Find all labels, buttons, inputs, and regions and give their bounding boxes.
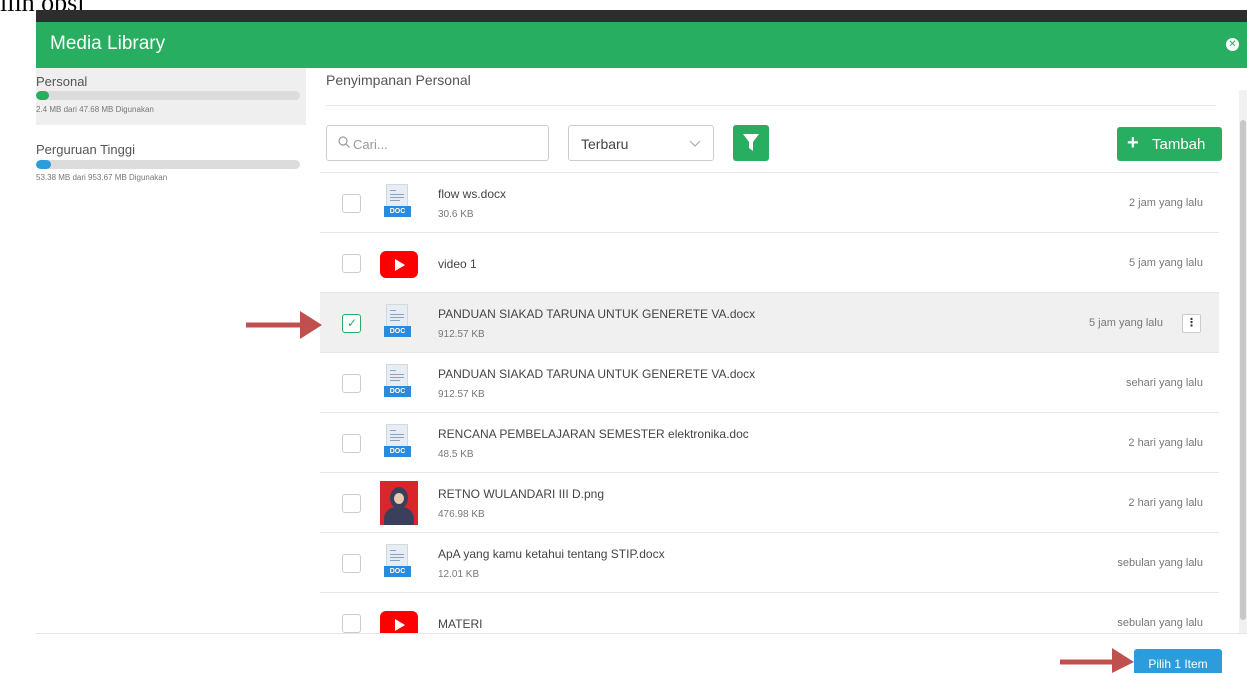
file-checkbox[interactable] [342,494,361,513]
storage-usage-fill [36,160,51,169]
file-time: 5 jam yang lalu [1129,257,1203,269]
storage-usage-text: 53.38 MB dari 953.67 MB Digunakan [36,173,168,182]
file-row[interactable]: DOC flow ws.docx 30.6 KB 2 jam yang lalu [320,173,1219,233]
annotation-arrow-icon [1060,648,1134,673]
file-checkbox[interactable] [342,614,361,633]
doc-file-icon: DOC [380,423,416,463]
file-checkbox[interactable]: ✓ [342,314,361,333]
filter-button[interactable] [733,125,769,161]
youtube-icon [380,251,418,278]
file-time: 2 jam yang lalu [1129,197,1203,209]
storage-usage-text: 2.4 MB dari 47.68 MB Digunakan [36,105,154,114]
file-name: flow ws.docx [438,187,507,201]
file-size: 48.5 KB [438,449,474,460]
section-title: Penyimpanan Personal [326,72,471,88]
doc-badge: DOC [384,326,411,337]
doc-file-icon: DOC [380,183,416,223]
file-size: 912.57 KB [438,389,485,400]
plus-icon: + [1127,132,1139,154]
doc-badge: DOC [384,206,411,217]
storage-usage-fill [36,91,50,100]
file-row[interactable]: DOC PANDUAN SIAKAD TARUNA UNTUK GENERETE … [320,353,1219,413]
file-list: DOC flow ws.docx 30.6 KB 2 jam yang lalu vid… [320,172,1219,633]
main-panel: Penyimpanan Personal Terbaru + Tambah DO… [320,68,1247,633]
doc-file-icon: DOC [380,543,416,583]
check-icon: ✓ [347,316,358,330]
file-row[interactable]: RETNO WULANDARI III D.png 476.98 KB 2 hari… [320,473,1219,533]
file-checkbox[interactable] [342,194,361,213]
doc-file-icon: DOC [380,363,416,403]
file-checkbox[interactable] [342,434,361,453]
media-library-modal: Media Library ✕ Personal 2.4 MB dari 47.… [36,22,1247,673]
file-row[interactable]: DOC RENCANA PEMBELAJARAN SEMESTER elektro… [320,413,1219,473]
file-checkbox[interactable] [342,554,361,573]
search-icon [338,136,350,148]
filter-icon [743,134,759,151]
search-box [326,125,549,161]
doc-file-icon: DOC [380,303,416,343]
storage-name: Perguruan Tinggi [36,142,136,157]
modal-title: Media Library [50,33,166,54]
overlay-bar [36,10,1247,22]
file-size: 12.01 KB [438,569,480,580]
file-name: video 1 [438,257,477,271]
close-icon[interactable]: ✕ [1226,38,1239,51]
doc-badge: DOC [384,566,411,577]
annotation-arrow-icon [246,311,322,339]
file-row[interactable]: MATERI sebulan yang lalu [320,593,1219,633]
storage-usage-bar [36,160,300,169]
file-name: PANDUAN SIAKAD TARUNA UNTUK GENERETE VA.… [438,367,756,381]
search-input[interactable] [353,134,543,154]
more-vertical-icon[interactable]: ⋮ [1182,314,1201,333]
storage-sidebar: Personal 2.4 MB dari 47.68 MB Digunakan … [36,68,314,633]
file-size: 476.98 KB [438,509,485,520]
file-checkbox[interactable] [342,254,361,273]
chevron-down-icon [689,140,701,147]
file-name: RENCANA PEMBELAJARAN SEMESTER elektronik… [438,427,749,441]
storage-usage-bar [36,91,300,100]
file-time: sebulan yang lalu [1117,557,1203,569]
divider [326,105,1216,106]
file-time: 2 hari yang lalu [1128,437,1203,449]
file-time: 5 jam yang lalu [1089,317,1163,329]
file-checkbox[interactable] [342,374,361,393]
file-time: sehari yang lalu [1125,377,1203,389]
sort-value: Terbaru [581,136,629,152]
add-button-label: Tambah [1152,136,1206,153]
scrollbar[interactable] [1239,90,1247,633]
youtube-icon [380,611,418,633]
file-size: 30.6 KB [438,209,474,220]
storage-item-personal[interactable]: Personal 2.4 MB dari 47.68 MB Digunakan [36,68,306,125]
file-name: ApA yang kamu ketahui tentang STIP.docx [438,547,665,561]
file-row[interactable]: video 1 5 jam yang lalu [320,233,1219,293]
file-name: MATERI [438,617,483,631]
file-size: 912.57 KB [438,329,485,340]
storage-name: Personal [36,74,88,89]
image-thumbnail [380,481,418,525]
file-time: 2 hari yang lalu [1128,497,1203,509]
doc-badge: DOC [384,386,411,397]
file-name: RETNO WULANDARI III D.png [438,487,605,501]
scrollbar-thumb[interactable] [1240,120,1246,620]
file-row[interactable]: ✓ DOC PANDUAN SIAKAD TARUNA UNTUK GENERETE… [320,293,1219,353]
doc-badge: DOC [384,446,411,457]
add-button[interactable]: + Tambah [1117,127,1222,161]
file-name: PANDUAN SIAKAD TARUNA UNTUK GENERETE VA.… [438,307,756,321]
storage-item-perguruan-tinggi[interactable]: Perguruan Tinggi 53.38 MB dari 953.67 MB… [36,125,306,185]
pick-items-button[interactable]: Pilih 1 Item [1134,649,1222,673]
file-row[interactable]: DOC ApA yang kamu ketahui tentang STIP.do… [320,533,1219,593]
modal-header: Media Library ✕ [36,22,1247,68]
file-time: sebulan yang lalu [1117,617,1203,629]
sort-select[interactable]: Terbaru [568,125,714,161]
